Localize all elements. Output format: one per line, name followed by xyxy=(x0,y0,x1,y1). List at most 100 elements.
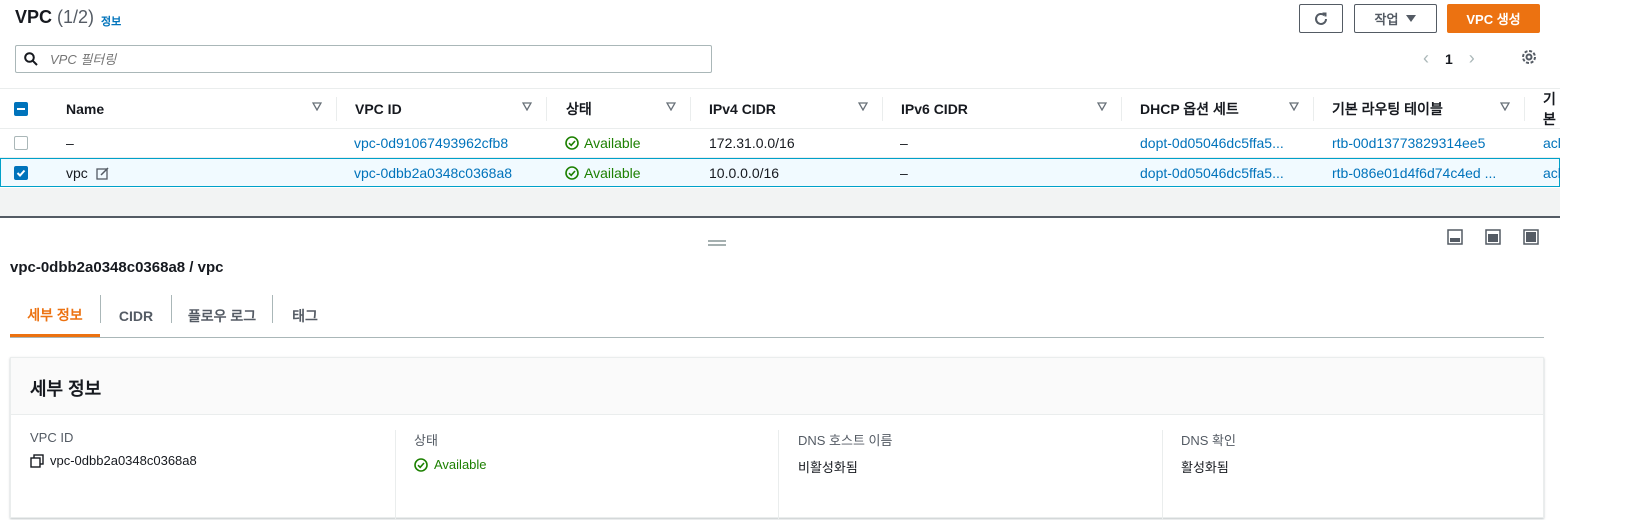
field-value: 비활성화됨 xyxy=(798,460,858,475)
drag-handle-icon xyxy=(708,240,726,246)
field-value: vpc-0dbb2a0348c0368a8 xyxy=(30,453,197,468)
search-input[interactable] xyxy=(48,50,648,68)
table-row[interactable]: – vpc-0d91067493962cfb8 Available 172.31… xyxy=(0,129,1560,158)
status-badge: Available xyxy=(565,129,641,157)
vpc-id-link[interactable]: vpc-0d91067493962cfb8 xyxy=(354,129,508,157)
current-page[interactable]: 1 xyxy=(1445,51,1453,67)
status-text: Available xyxy=(584,135,641,151)
tab-cidr[interactable]: CIDR xyxy=(101,295,171,337)
page-title: VPC (1/2) xyxy=(15,7,94,28)
copy-icon[interactable] xyxy=(30,453,44,468)
panel-bottom-icon[interactable] xyxy=(1447,229,1463,245)
edit-icon[interactable] xyxy=(96,166,109,180)
ipv4-cidr: 172.31.0.0/16 xyxy=(709,135,795,151)
field-label: 상태 xyxy=(414,433,438,448)
row-checkbox[interactable] xyxy=(14,159,28,187)
refresh-button[interactable] xyxy=(1299,4,1343,33)
table-settings-button[interactable] xyxy=(1520,48,1538,69)
ipv4-cidr: 10.0.0.0/16 xyxy=(709,165,780,181)
row-checkbox[interactable] xyxy=(14,129,28,157)
field-status: 상태 Available xyxy=(414,430,487,520)
caret-down-icon xyxy=(1406,14,1417,22)
field-dns-resolution: DNS 확인 활성화됨 xyxy=(1181,430,1236,520)
col-label: DHCP 옵션 세트 xyxy=(1140,101,1239,117)
row-name: – xyxy=(66,135,74,151)
checkbox-indeterminate[interactable] xyxy=(14,102,28,116)
check-circle-icon xyxy=(414,457,428,472)
col-label: VPC ID xyxy=(355,101,402,117)
checkbox[interactable] xyxy=(14,136,28,150)
checkbox-checked[interactable] xyxy=(14,166,28,180)
actions-dropdown-button[interactable]: 작업 xyxy=(1354,4,1437,33)
col-label: 기본 라우팅 테이블 xyxy=(1332,101,1443,117)
gear-icon xyxy=(1522,50,1536,64)
vpc-filter-search[interactable] xyxy=(15,45,712,73)
sort-icon xyxy=(1500,102,1510,111)
acl-link[interactable]: acl xyxy=(1543,129,1560,157)
actions-label: 작업 xyxy=(1374,12,1399,27)
row-name-text: vpc xyxy=(66,165,88,181)
route-table-link[interactable]: rtb-086e01d4f6d74c4ed ... xyxy=(1332,159,1522,187)
info-link[interactable]: 정보 xyxy=(101,13,121,29)
check-circle-icon xyxy=(565,166,579,180)
split-panel-position-controls xyxy=(1447,229,1539,245)
card-header: 세부 정보 xyxy=(11,358,1543,415)
field-label: VPC ID xyxy=(30,430,74,445)
col-header-ipv4[interactable]: IPv4 CIDR xyxy=(709,89,882,129)
field-label: DNS 호스트 이름 xyxy=(798,433,893,448)
status-badge: Available xyxy=(565,159,641,187)
select-all-checkbox[interactable] xyxy=(14,89,34,129)
pagination: ‹ 1 › xyxy=(1423,48,1475,69)
field-value: Available xyxy=(414,457,487,472)
tab-details[interactable]: 세부 정보 xyxy=(10,295,100,337)
col-header-name[interactable]: Name xyxy=(66,89,336,129)
search-icon xyxy=(24,52,38,66)
tab-tags[interactable]: 태그 xyxy=(273,295,337,337)
vpc-id-link[interactable]: vpc-0dbb2a0348c0368a8 xyxy=(354,159,512,187)
field-label: DNS 확인 xyxy=(1181,433,1236,448)
panel-side-icon[interactable] xyxy=(1485,229,1501,245)
detail-tabs: 세부 정보 CIDR 플로우 로그 태그 xyxy=(10,295,1544,338)
panel-full-icon[interactable] xyxy=(1523,229,1539,245)
check-icon xyxy=(16,169,26,177)
sort-icon xyxy=(666,102,676,111)
next-page-icon[interactable]: › xyxy=(1469,48,1475,69)
table-footer-band xyxy=(0,188,1560,218)
sort-icon xyxy=(1097,102,1107,111)
split-panel-drag-handle[interactable] xyxy=(708,233,728,249)
row-name: vpc xyxy=(66,159,109,187)
prev-page-icon[interactable]: ‹ xyxy=(1423,48,1429,69)
card-title: 세부 정보 xyxy=(30,379,102,399)
col-label: IPv6 CIDR xyxy=(901,101,968,117)
col-header-acl[interactable]: 기본 xyxy=(1543,89,1560,129)
table-row-selected[interactable]: vpc vpc-0dbb2a0348c0368a8 Available 10.0… xyxy=(0,158,1560,187)
col-header-vpc-id[interactable]: VPC ID xyxy=(355,89,546,129)
col-header-route-table[interactable]: 기본 라우팅 테이블 xyxy=(1332,89,1524,129)
dhcp-options-link[interactable]: dopt-0d05046dc5ffa5... xyxy=(1140,159,1310,187)
page-title-text: VPC xyxy=(15,7,53,27)
col-header-dhcp[interactable]: DHCP 옵션 세트 xyxy=(1140,89,1313,129)
col-label: 상태 xyxy=(566,101,592,117)
route-table-link[interactable]: rtb-00d13773829314ee5 xyxy=(1332,129,1522,157)
ipv6-cidr: – xyxy=(900,135,908,151)
col-header-ipv6[interactable]: IPv6 CIDR xyxy=(901,89,1121,129)
create-vpc-button[interactable]: VPC 생성 xyxy=(1447,4,1540,33)
acl-link[interactable]: acl xyxy=(1543,159,1560,187)
sort-icon xyxy=(312,102,322,111)
vpc-id-value: vpc-0dbb2a0348c0368a8 xyxy=(50,453,197,468)
col-label: 기본 xyxy=(1543,91,1556,127)
field-vpc-id: VPC ID vpc-0dbb2a0348c0368a8 xyxy=(30,430,197,520)
refresh-icon xyxy=(1315,12,1327,25)
status-text: Available xyxy=(584,165,641,181)
detail-panel-title: vpc-0dbb2a0348c0368a8 / vpc xyxy=(10,259,224,276)
field-value: 활성화됨 xyxy=(1181,460,1229,475)
tab-flow-logs[interactable]: 플로우 로그 xyxy=(172,295,272,337)
status-value: Available xyxy=(434,457,487,472)
ipv6-cidr: – xyxy=(900,165,908,181)
col-label: IPv4 CIDR xyxy=(709,101,776,117)
sort-icon xyxy=(1289,102,1299,111)
create-vpc-label: VPC 생성 xyxy=(1466,12,1521,27)
col-header-status[interactable]: 상태 xyxy=(566,89,690,129)
dhcp-options-link[interactable]: dopt-0d05046dc5ffa5... xyxy=(1140,129,1310,157)
sort-icon xyxy=(858,102,868,111)
